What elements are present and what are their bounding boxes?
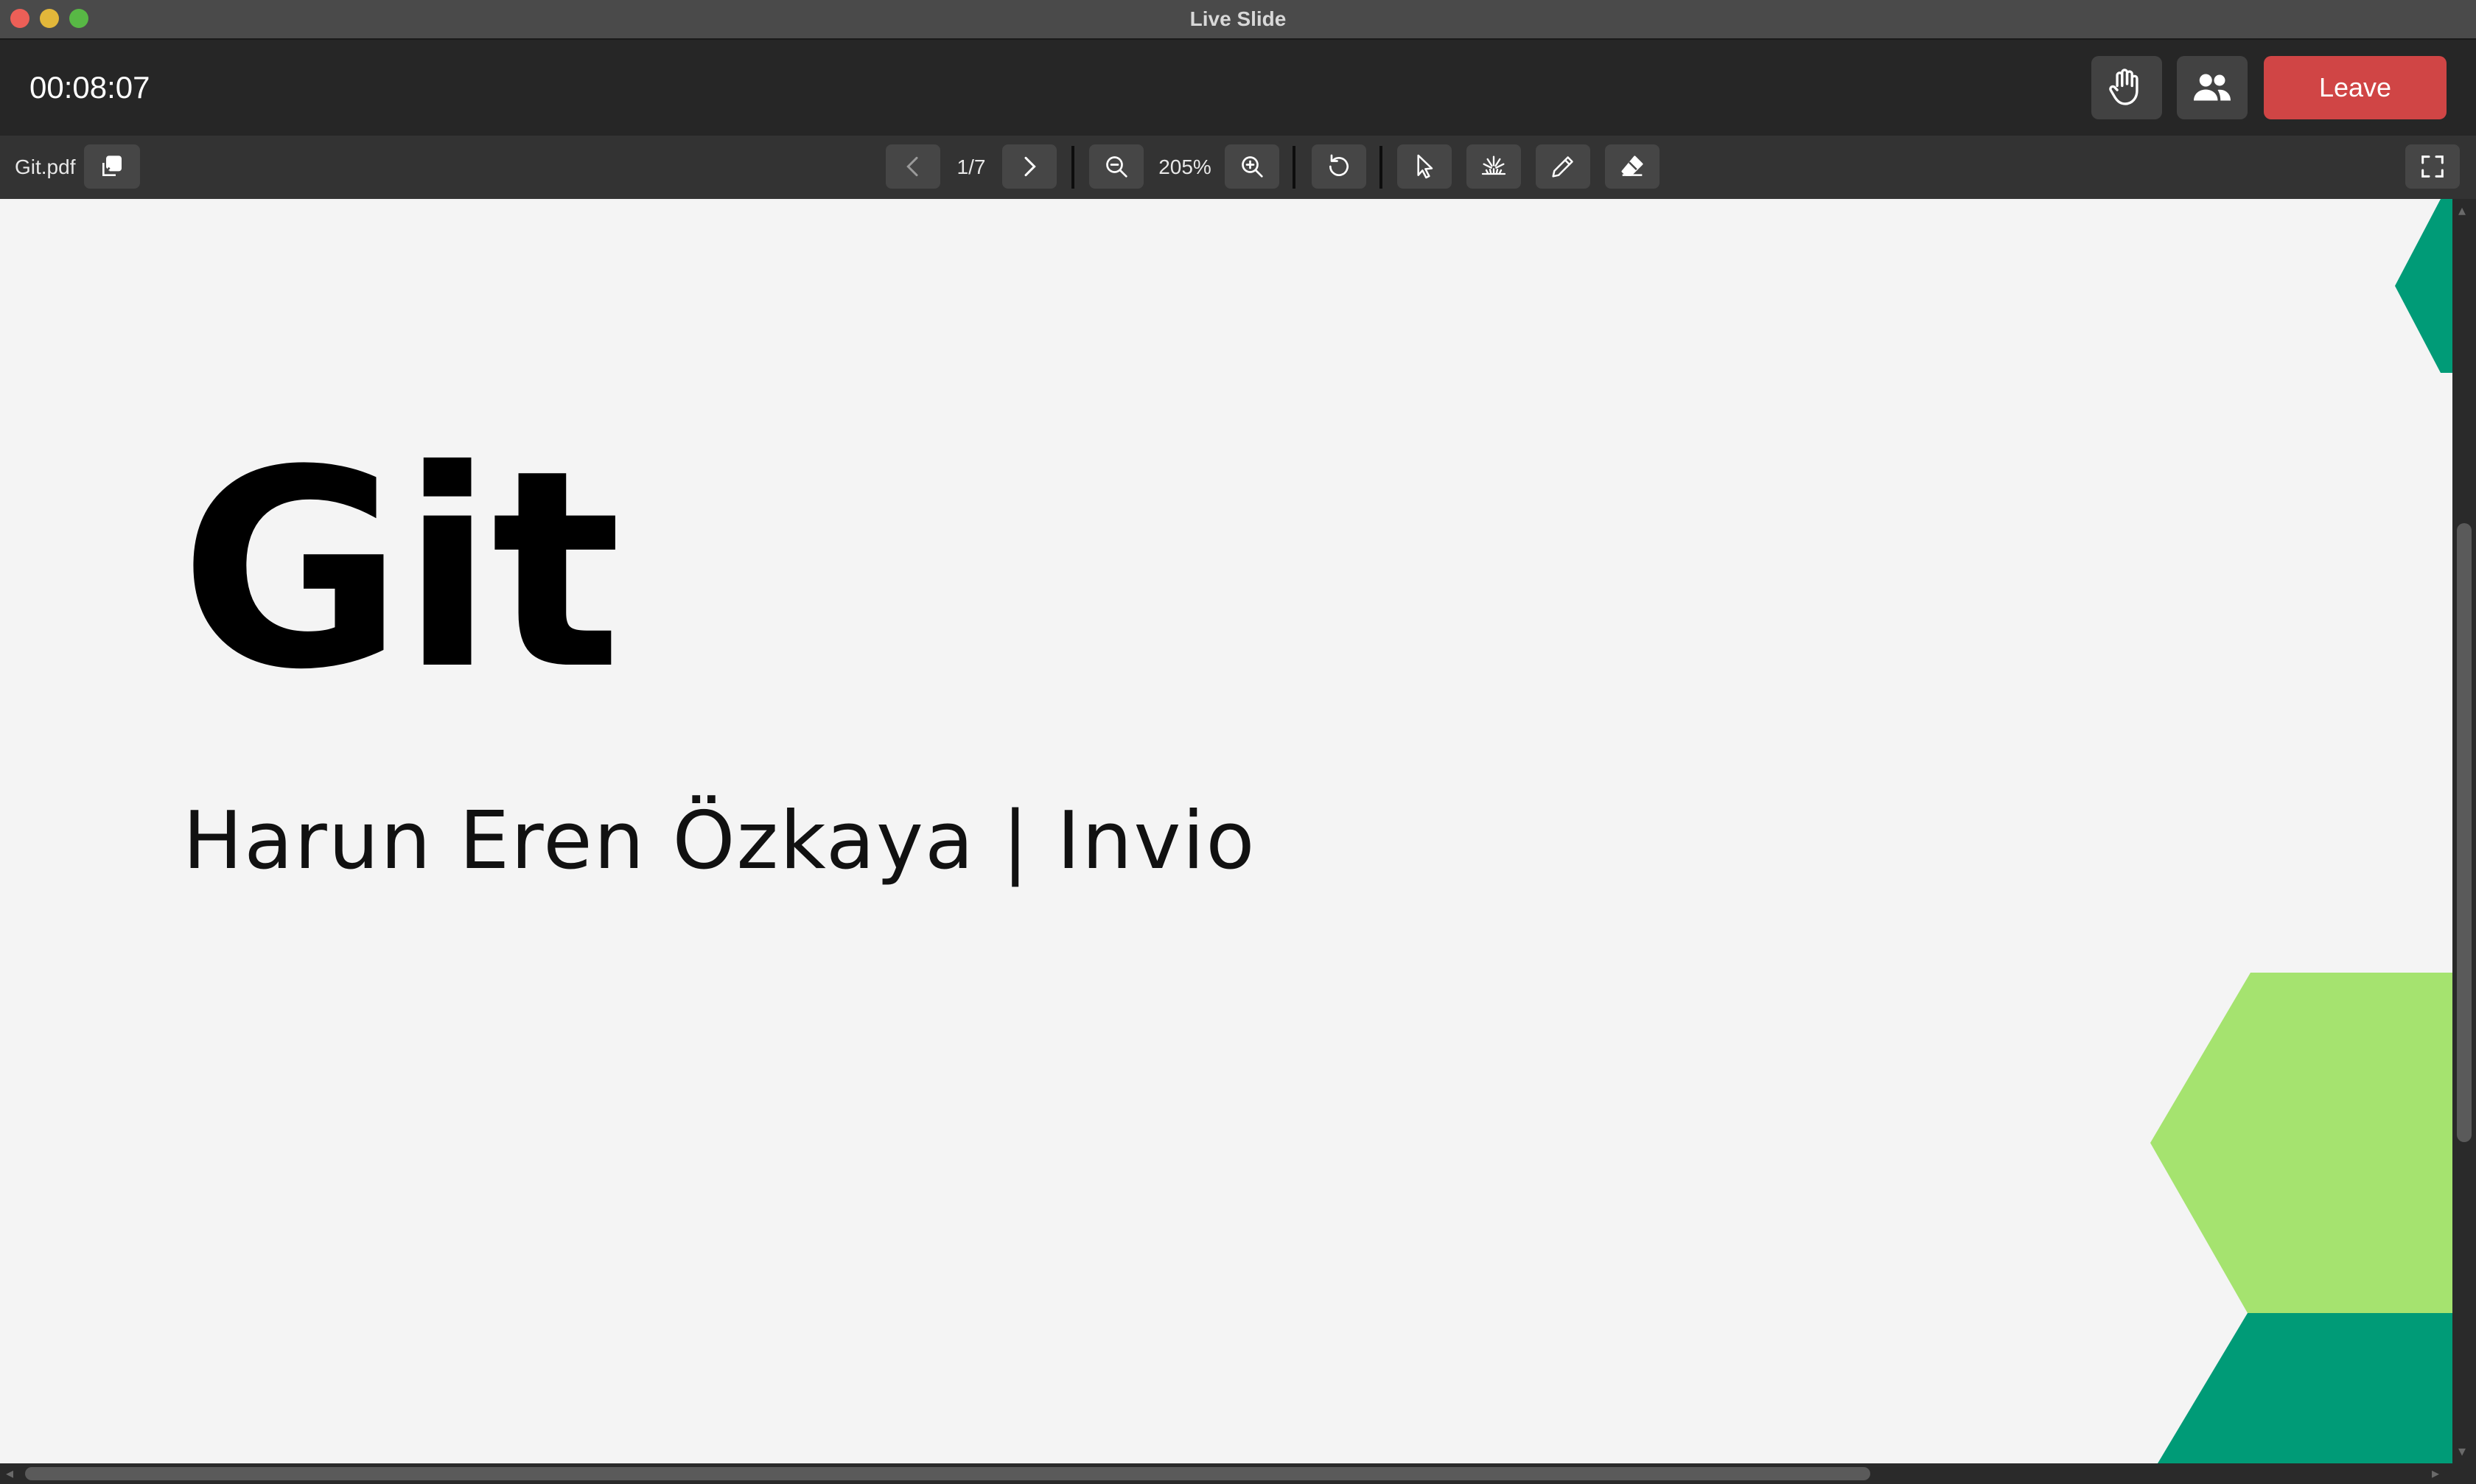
- fullscreen-icon: [2421, 155, 2444, 178]
- rotate-icon: [1329, 154, 1349, 176]
- document-toolbar: Git.pdf 1/7 205%: [0, 136, 2476, 199]
- zoom-in-button[interactable]: [1225, 144, 1279, 189]
- fullscreen-button[interactable]: [2405, 144, 2460, 189]
- eraser-tool-button[interactable]: [1605, 144, 1660, 189]
- title-bar: Live Slide: [0, 0, 2476, 40]
- pointer-icon: [1417, 154, 1433, 179]
- dark-green-hexagon-shape: [2158, 1313, 2452, 1463]
- participants-button[interactable]: [2177, 56, 2248, 119]
- toolbar-divider: [1293, 146, 1295, 189]
- horizontal-scroll-thumb[interactable]: [25, 1467, 1870, 1480]
- leave-button[interactable]: Leave: [2264, 56, 2447, 119]
- chevron-right-icon: [1024, 156, 1036, 177]
- slide-canvas[interactable]: Git Harun Eren Özkaya | Invio: [0, 199, 2452, 1463]
- scroll-left-icon[interactable]: ◂: [6, 1466, 13, 1481]
- eraser-icon: [1621, 155, 1643, 176]
- scroll-up-icon[interactable]: ▴: [2458, 203, 2466, 218]
- duplicate-icon: [102, 155, 122, 176]
- file-name: Git.pdf: [15, 155, 76, 178]
- chevron-left-icon: [906, 156, 918, 177]
- session-timer: 00:08:07: [29, 70, 150, 105]
- scroll-right-icon[interactable]: ▸: [2432, 1466, 2439, 1481]
- top-right-hexagon-shape: [2395, 199, 2452, 373]
- people-icon: [2194, 74, 2231, 101]
- zoom-level: 205%: [1158, 155, 1211, 178]
- zoom-in-icon: [1242, 156, 1263, 178]
- raise-hand-button[interactable]: [2091, 56, 2162, 119]
- laser-tool-button[interactable]: [1466, 144, 1521, 189]
- pointer-tool-button[interactable]: [1397, 144, 1452, 189]
- toolbar-divider: [1071, 146, 1074, 189]
- hand-icon: [2109, 69, 2138, 105]
- app-window: Live Slide 00:08:07 Leave Git.pdf 1/7 20…: [0, 0, 2476, 1484]
- scroll-down-icon[interactable]: ▾: [2458, 1444, 2466, 1459]
- pencil-tool-button[interactable]: [1536, 144, 1590, 189]
- rotate-button[interactable]: [1312, 144, 1366, 189]
- vertical-scroll-thumb[interactable]: [2457, 523, 2472, 1142]
- slide-title: Git: [180, 413, 621, 729]
- previous-page-button[interactable]: [886, 144, 940, 189]
- duplicate-button[interactable]: [84, 144, 140, 189]
- toolbar-divider: [1379, 146, 1382, 189]
- vertical-scrollbar[interactable]: ▴ ▾: [2452, 199, 2476, 1463]
- zoom-out-button[interactable]: [1089, 144, 1144, 189]
- next-page-button[interactable]: [1002, 144, 1057, 189]
- window-title: Live Slide: [1189, 7, 1287, 30]
- horizontal-scrollbar[interactable]: ◂ ▸: [0, 1463, 2476, 1484]
- zoom-out-icon: [1106, 156, 1127, 178]
- session-bar: 00:08:07 Leave: [0, 40, 2476, 136]
- laser-icon: [1481, 155, 1506, 175]
- page-indicator: 1/7: [957, 155, 986, 178]
- pencil-icon: [1552, 156, 1573, 178]
- light-green-hexagon-shape: [2150, 973, 2452, 1313]
- slide-subtitle: Harun Eren Özkaya | Invio: [183, 795, 1256, 887]
